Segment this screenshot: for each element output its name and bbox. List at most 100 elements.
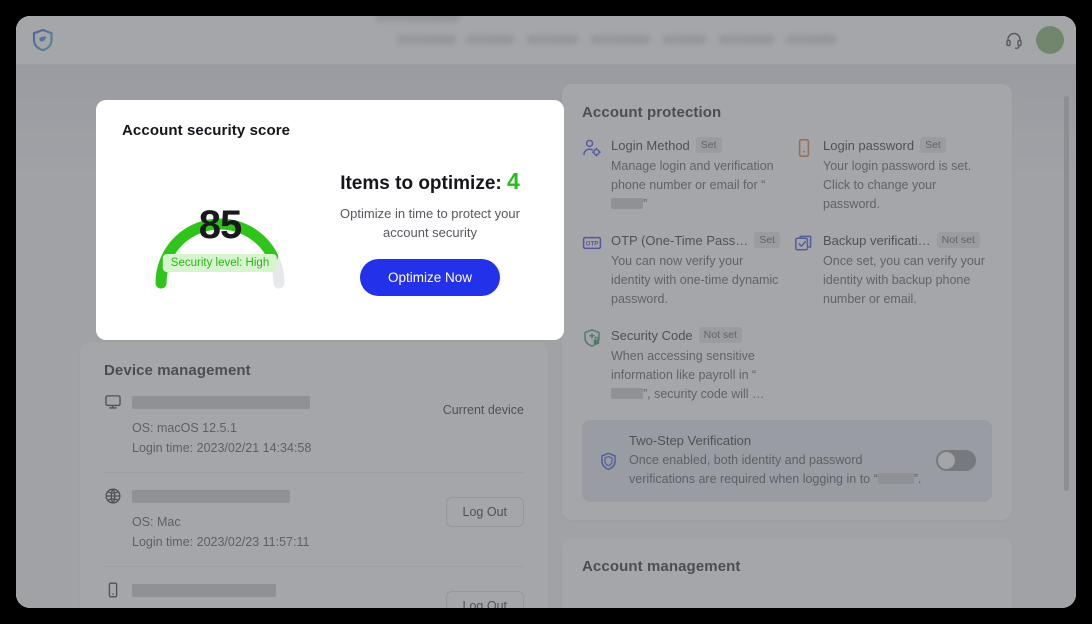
two-step-toggle[interactable] bbox=[936, 450, 976, 472]
device-meta: OS: macOS 12.5.1 Login time: 2023/02/21 1… bbox=[132, 418, 524, 458]
mobile-password-icon bbox=[794, 138, 814, 158]
user-settings-icon bbox=[582, 138, 602, 158]
protection-desc-post: ” bbox=[643, 197, 648, 211]
device-row: OS: Android 10Login time: 2023/02/21 14:… bbox=[104, 566, 524, 608]
protection-item[interactable]: Backup verificati… Not set Once set, you c… bbox=[794, 232, 992, 309]
protection-item-name: Security Code bbox=[611, 327, 693, 343]
shield-logo-icon[interactable] bbox=[30, 27, 56, 53]
security-level-badge: Security level: High bbox=[162, 254, 278, 272]
security-score-value: 85 bbox=[198, 203, 243, 247]
header-nav-redacted bbox=[66, 16, 994, 55]
protection-item[interactable]: Login password Set Your login password is … bbox=[794, 137, 992, 214]
protection-item[interactable]: Login Method Set Manage login and verifica… bbox=[582, 137, 780, 214]
status-badge: Set bbox=[920, 137, 946, 153]
device-login-time: Login time: 2023/02/21 14:34:58 bbox=[132, 441, 312, 455]
account-security-score-title: Account security score bbox=[122, 122, 291, 139]
protection-item-head: OTP (One-Time Pass… Set bbox=[611, 232, 781, 248]
account-management-title: Account management bbox=[582, 557, 741, 575]
optimize-now-button[interactable]: Optimize Now bbox=[359, 258, 501, 296]
device-list: OS: macOS 12.5.1 Login time: 2023/02/21 1… bbox=[104, 379, 524, 608]
shield-lock-icon bbox=[582, 328, 602, 348]
device-name-redacted bbox=[132, 489, 290, 503]
toggle-knob bbox=[938, 452, 955, 470]
protection-item-texts: Backup verificati… Not set Once set, you c… bbox=[823, 232, 992, 309]
headset-icon[interactable] bbox=[1004, 30, 1024, 50]
redacted-value bbox=[611, 388, 643, 399]
protection-desc-pre: You can now verify your identity with on… bbox=[611, 254, 779, 306]
protection-item-name: OTP (One-Time Pass… bbox=[611, 232, 749, 248]
globe-icon bbox=[104, 487, 122, 505]
two-step-texts: Two-Step Verification Once enabled, both… bbox=[629, 433, 926, 489]
protection-desc-pre: Once set, you can verify your identity w… bbox=[823, 254, 985, 306]
protection-item-head: Login password Set bbox=[823, 137, 992, 153]
protection-item-head: Security Code Not set bbox=[611, 327, 780, 343]
device-logout-button[interactable]: Log Out bbox=[445, 497, 524, 527]
account-management-card: Account management bbox=[562, 537, 1012, 608]
optimize-panel: Items to optimize: 4 Optimize in time to… bbox=[318, 168, 538, 296]
redacted-value bbox=[611, 198, 643, 209]
mobile-icon bbox=[104, 581, 122, 599]
protection-item-name: Login Method bbox=[611, 137, 690, 153]
otp-icon: OTP bbox=[582, 233, 602, 253]
protection-item-texts: OTP (One-Time Pass… Set You can now verify… bbox=[611, 232, 781, 309]
items-to-optimize-count: 4 bbox=[507, 168, 520, 195]
device-name-redacted bbox=[132, 583, 276, 597]
protection-item[interactable]: Security Code Not set When accessing sensi… bbox=[582, 327, 780, 404]
protection-item-name: Backup verificati… bbox=[823, 232, 931, 248]
svg-text:OTP: OTP bbox=[586, 240, 599, 247]
device-row: OS: macOS 12.5.1 Login time: 2023/02/21 1… bbox=[104, 379, 524, 458]
two-step-desc-post: ”. bbox=[913, 471, 922, 486]
two-step-desc-pre: Once enabled, both identity and password… bbox=[629, 453, 878, 486]
device-os: OS: macOS 12.5.1 bbox=[132, 421, 237, 435]
protection-item-head: Login Method Set bbox=[611, 137, 780, 153]
protection-item-texts: Login password Set Your login password is … bbox=[823, 137, 992, 214]
account-protection-title: Account protection bbox=[582, 104, 722, 121]
protection-desc-pre: Your login password is set. Click to cha… bbox=[823, 159, 972, 211]
right-column: Account protection Login Method Set Manage… bbox=[562, 84, 1012, 608]
device-logout-button[interactable]: Log Out bbox=[445, 591, 524, 608]
two-step-title: Two-Step Verification bbox=[629, 433, 752, 448]
protection-item-desc: Manage login and verification phone numb… bbox=[611, 157, 780, 214]
protection-item-name: Login password bbox=[823, 137, 915, 153]
protection-item-texts: Security Code Not set When accessing sensi… bbox=[611, 327, 780, 404]
redacted-value bbox=[877, 472, 914, 484]
status-badge: Not set bbox=[936, 232, 980, 248]
app-header bbox=[16, 16, 1076, 65]
protection-item-desc: You can now verify your identity with on… bbox=[611, 252, 780, 309]
shield-check-icon bbox=[598, 451, 619, 472]
account-security-score-card: Account security score 85 Security level… bbox=[96, 100, 564, 340]
device-login-time: Login time: 2023/02/23 11:57:11 bbox=[132, 535, 310, 549]
items-to-optimize-title: Items to optimize: 4 bbox=[322, 168, 538, 195]
items-to-optimize-label: Items to optimize: bbox=[340, 173, 502, 195]
two-step-verification-row: Two-Step Verification Once enabled, both… bbox=[582, 420, 992, 502]
header-actions bbox=[1004, 26, 1064, 54]
monitor-icon bbox=[104, 393, 122, 411]
account-protection-card: Account protection Login Method Set Manage… bbox=[562, 84, 1012, 520]
protection-items-grid: Login Method Set Manage login and verifica… bbox=[582, 137, 992, 404]
app-window: Device management OS: macOS 12.5.1 Login … bbox=[16, 16, 1076, 608]
protection-item[interactable]: OTP OTP (One-Time Pass… Set You can now ver… bbox=[582, 232, 781, 309]
device-row: OS: Mac Login time: 2023/02/23 11:57:11 Lo… bbox=[104, 472, 524, 552]
score-body: 85 Security level: High Items to optimiz… bbox=[122, 157, 538, 307]
protection-desc-pre: When accessing sensitive information lik… bbox=[611, 349, 757, 382]
account-security-score-spotlight: Account security score 85 Security level… bbox=[96, 100, 564, 340]
status-badge: Set bbox=[695, 137, 722, 153]
two-step-desc: Once enabled, both identity and password… bbox=[629, 451, 926, 489]
protection-desc-post: ”, security code will … bbox=[643, 387, 765, 401]
device-management-title: Device management bbox=[104, 362, 251, 379]
protection-item-desc: When accessing sensitive information lik… bbox=[611, 347, 780, 404]
security-score-gauge: 85 Security level: High bbox=[122, 157, 318, 307]
device-management-card: Device management OS: macOS 12.5.1 Login … bbox=[80, 342, 548, 608]
page-scrollbar[interactable] bbox=[1064, 96, 1069, 491]
device-name-redacted bbox=[132, 395, 310, 409]
protection-item-desc: Your login password is set. Click to cha… bbox=[823, 157, 992, 214]
protection-item-desc: Once set, you can verify your identity w… bbox=[823, 252, 992, 309]
optimize-subtitle: Optimize in time to protect your account… bbox=[340, 206, 520, 240]
protection-item-head: Backup verificati… Not set bbox=[823, 232, 992, 248]
avatar[interactable] bbox=[1036, 26, 1064, 54]
protection-item-texts: Login Method Set Manage login and verifica… bbox=[611, 137, 780, 214]
status-badge: Not set bbox=[698, 327, 742, 343]
backup-check-icon bbox=[794, 233, 814, 253]
status-badge: Set bbox=[754, 232, 781, 248]
protection-desc-pre: Manage login and verification phone numb… bbox=[611, 159, 774, 192]
